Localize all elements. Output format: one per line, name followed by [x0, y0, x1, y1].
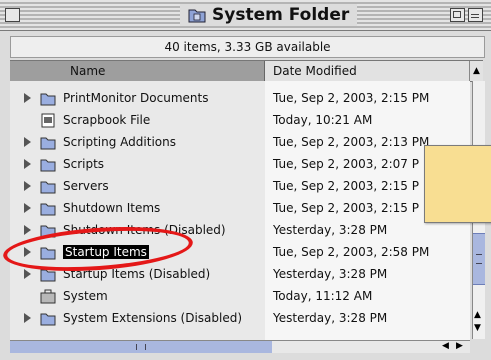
- horizontal-scrollbar[interactable]: ◀ ▶: [10, 340, 470, 353]
- zoom-box-button[interactable]: [450, 8, 465, 22]
- file-date: Tue, Sep 2, 2003, 2:13 PM: [273, 135, 430, 149]
- file-row[interactable]: Scripts Tue, Sep 2, 2003, 2:07 P: [10, 153, 470, 175]
- suitcase-icon: [40, 289, 56, 304]
- disclosure-triangle-icon[interactable]: [24, 203, 31, 213]
- finder-window: System Folder 40 items, 3.33 GB availabl…: [0, 0, 491, 360]
- sort-direction-button[interactable]: ▲: [470, 61, 483, 81]
- file-date: Tue, Sep 2, 2003, 2:15 PM: [273, 91, 430, 105]
- file-date: Yesterday, 3:28 PM: [273, 223, 388, 237]
- sticky-note[interactable]: [424, 145, 491, 223]
- column-header-name[interactable]: Name: [10, 61, 265, 81]
- disclosure-triangle-icon[interactable]: [24, 137, 31, 147]
- file-name: System: [63, 289, 108, 303]
- file-row[interactable]: PrintMonitor Documents Tue, Sep 2, 2003, …: [10, 87, 470, 109]
- file-name: Scripting Additions: [63, 135, 176, 149]
- collapse-box-button[interactable]: [468, 8, 483, 22]
- file-name: PrintMonitor Documents: [63, 91, 209, 105]
- info-bar: 40 items, 3.33 GB available: [10, 36, 485, 58]
- info-text: 40 items, 3.33 GB available: [164, 40, 331, 54]
- horizontal-scroll-thumb[interactable]: [10, 341, 272, 353]
- window-title-text: System Folder: [212, 5, 350, 25]
- disclosure-triangle-icon[interactable]: [24, 313, 31, 323]
- title-bar[interactable]: System Folder: [0, 0, 491, 31]
- file-name: System Extensions (Disabled): [63, 311, 243, 325]
- list-header: Name Date Modified ▲: [10, 60, 483, 82]
- vertical-scroll-thumb[interactable]: [473, 233, 485, 285]
- column-header-date-label: Date Modified: [273, 64, 357, 78]
- folder-icon: [40, 135, 56, 150]
- disclosure-triangle-icon[interactable]: [24, 181, 31, 191]
- file-row[interactable]: System Today, 11:12 AM: [10, 285, 470, 307]
- column-header-date[interactable]: Date Modified: [265, 61, 470, 81]
- file-name: Scrapbook File: [63, 113, 151, 127]
- file-date: Tue, Sep 2, 2003, 2:58 PM: [273, 245, 430, 259]
- scroll-left-arrow-icon[interactable]: ◀: [442, 341, 449, 351]
- scroll-right-arrow-icon[interactable]: ▶: [456, 341, 463, 351]
- system-folder-icon: [188, 9, 206, 23]
- file-date: Yesterday, 3:28 PM: [273, 267, 388, 281]
- folder-icon: [40, 311, 56, 326]
- window-title: System Folder: [180, 4, 358, 26]
- folder-icon: [40, 201, 56, 216]
- folder-icon: [40, 157, 56, 172]
- file-row[interactable]: Shutdown Items Tue, Sep 2, 2003, 2:15 P: [10, 197, 470, 219]
- file-row[interactable]: Scripting Additions Tue, Sep 2, 2003, 2:1…: [10, 131, 470, 153]
- file-name: Shutdown Items: [63, 201, 161, 215]
- file-name: Scripts: [63, 157, 105, 171]
- folder-icon: [40, 179, 56, 194]
- column-header-name-label: Name: [70, 64, 106, 78]
- file-row[interactable]: Servers Tue, Sep 2, 2003, 2:15 P: [10, 175, 470, 197]
- scroll-up-arrow-icon[interactable]: ▲: [474, 310, 481, 320]
- scroll-down-arrow-icon[interactable]: ▼: [474, 323, 481, 333]
- folder-icon: [40, 91, 56, 106]
- close-box-button[interactable]: [5, 8, 20, 22]
- document-icon: [40, 113, 56, 128]
- disclosure-triangle-icon[interactable]: [24, 225, 31, 235]
- disclosure-triangle-icon[interactable]: [24, 93, 31, 103]
- file-date: Today, 11:12 AM: [273, 289, 373, 303]
- file-date: Tue, Sep 2, 2003, 2:15 P: [273, 179, 419, 193]
- file-date: Tue, Sep 2, 2003, 2:07 P: [273, 157, 419, 171]
- file-list: PrintMonitor Documents Tue, Sep 2, 2003, …: [10, 81, 470, 340]
- sort-triangle-icon: ▲: [473, 66, 480, 76]
- file-row[interactable]: Scrapbook File Today, 10:21 AM: [10, 109, 470, 131]
- file-date: Today, 10:21 AM: [273, 113, 373, 127]
- file-row[interactable]: System Extensions (Disabled) Yesterday, 3…: [10, 307, 470, 329]
- file-name: Servers: [63, 179, 109, 193]
- file-date: Yesterday, 3:28 PM: [273, 311, 388, 325]
- file-date: Tue, Sep 2, 2003, 2:15 P: [273, 201, 419, 215]
- disclosure-triangle-icon[interactable]: [24, 159, 31, 169]
- disclosure-triangle-icon[interactable]: [24, 269, 31, 279]
